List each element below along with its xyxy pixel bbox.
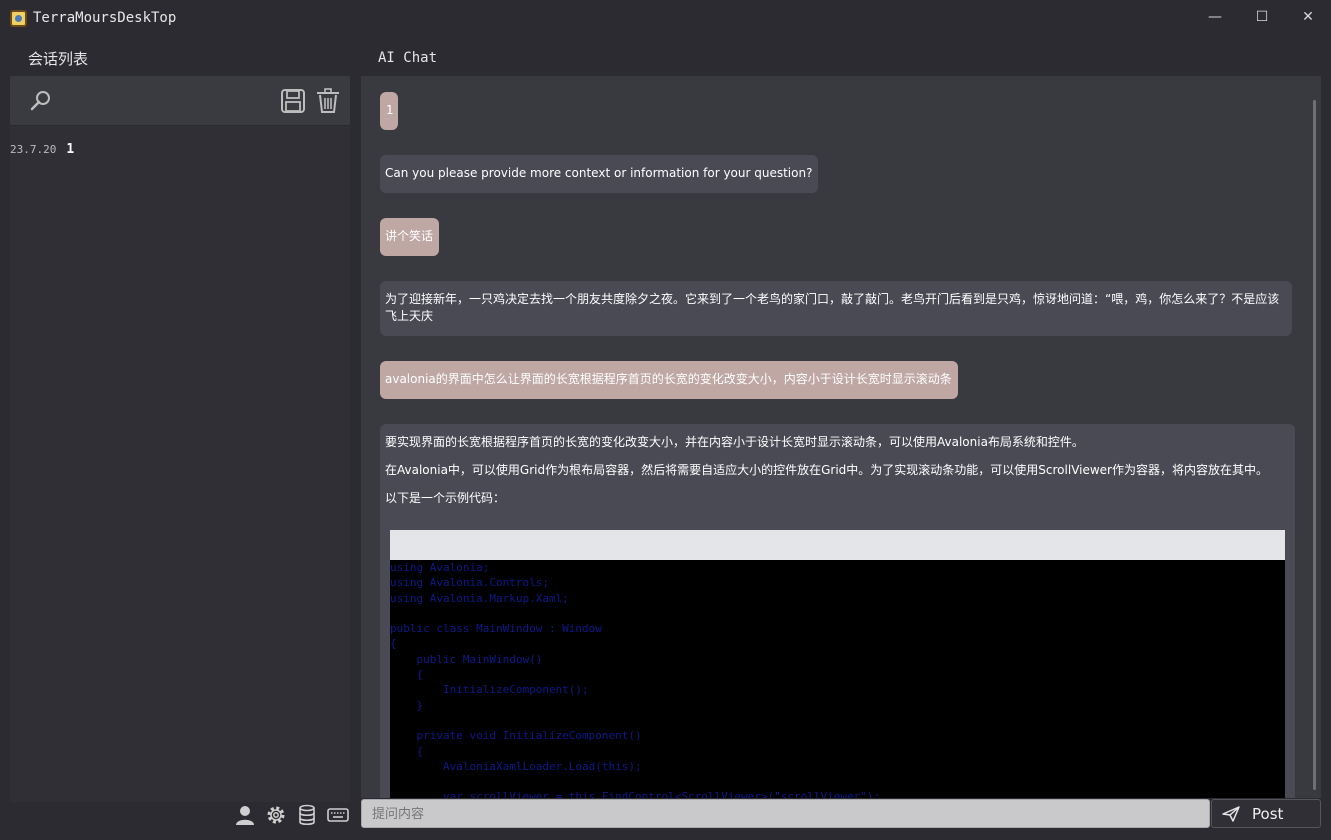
code-line: { <box>390 668 424 682</box>
code-line: } <box>390 698 424 712</box>
code-line: { <box>390 744 424 758</box>
code-line: AvaloniaXamlLoader.Load(this); <box>390 759 642 773</box>
session-list-panel: 23.7.20 1 <box>10 76 350 802</box>
session-toolbar <box>10 76 350 126</box>
code-block-header <box>390 530 1285 560</box>
post-button-label: Post <box>1252 804 1284 823</box>
code-line: public class MainWindow : Window <box>390 622 602 636</box>
session-date: 23.7.20 <box>10 143 57 156</box>
user-message: avalonia的界面中怎么让界面的长宽根据程序首页的长宽的变化改变大小，内容小… <box>380 361 958 399</box>
assistant-message: 为了迎接新年，一只鸡决定去找一个朋友共度除夕之夜。它来到了一个老鸟的家门口，敲了… <box>380 281 1292 336</box>
assistant-message: Can you please provide more context or i… <box>380 155 819 193</box>
code-line: using Avalonia.Controls; <box>390 576 549 590</box>
message-paragraph: 在Avalonia中，可以使用Grid作为根布局容器，然后将需要自适应大小的控件… <box>385 463 1268 477</box>
message-paragraph: 以下是一个示例代码： <box>385 491 506 505</box>
session-list-title: 会话列表 <box>28 50 89 68</box>
chat-message-area[interactable]: 1 Can you please provide more context or… <box>361 76 1321 798</box>
post-button[interactable]: Post <box>1211 799 1321 828</box>
code-line: using Avalonia.Markup.Xaml; <box>390 591 569 605</box>
user-message: 1 <box>380 92 398 130</box>
chat-scrollbar[interactable] <box>1313 100 1316 790</box>
database-icon[interactable] <box>296 804 318 826</box>
save-icon[interactable] <box>280 88 306 114</box>
bottom-icon-bar <box>234 804 349 826</box>
code-line: public MainWindow() <box>390 652 543 666</box>
gear-icon[interactable] <box>265 804 287 826</box>
session-name: 1 <box>66 142 75 157</box>
session-item[interactable]: 23.7.20 1 <box>10 142 74 158</box>
maximize-button[interactable]: ☐ <box>1242 4 1282 30</box>
close-button[interactable]: ✕ <box>1288 4 1328 30</box>
user-icon[interactable] <box>234 804 256 826</box>
send-icon <box>1222 805 1240 822</box>
code-block: using Avalonia; using Avalonia.Controls;… <box>390 560 1285 798</box>
app-logo-icon <box>10 10 27 27</box>
user-message: 讲个笑话 <box>380 218 440 256</box>
code-line: InitializeComponent(); <box>390 683 589 697</box>
search-icon[interactable] <box>28 88 54 114</box>
code-line: private void InitializeComponent() <box>390 729 642 743</box>
code-line: var scrollViewer = this.FindControl<Scro… <box>390 790 881 798</box>
keyboard-icon[interactable] <box>327 804 349 826</box>
minimize-button[interactable]: — <box>1195 4 1235 30</box>
chat-title: AI Chat <box>378 50 438 66</box>
trash-icon[interactable] <box>315 88 341 114</box>
message-paragraph: 要实现界面的长宽根据程序首页的长宽的变化改变大小，并在内容小于设计长宽时显示滚动… <box>385 435 1084 449</box>
code-line: using Avalonia; <box>390 561 490 574</box>
question-input[interactable] <box>361 799 1210 828</box>
window-title: TerraMoursDeskTop <box>33 10 177 26</box>
code-line: { <box>390 637 397 651</box>
title-bar: TerraMoursDeskTop — ☐ ✕ <box>0 0 1331 38</box>
assistant-message: 要实现界面的长宽根据程序首页的长宽的变化改变大小，并在内容小于设计长宽时显示滚动… <box>380 424 1295 798</box>
